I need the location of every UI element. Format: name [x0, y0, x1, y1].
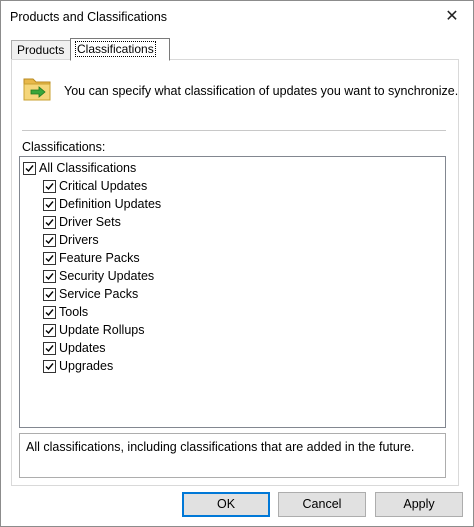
- tree-item-label: Security Updates: [59, 269, 155, 283]
- checkbox-update-rollups[interactable]: [43, 324, 56, 337]
- checkmark-icon: [45, 183, 54, 191]
- checkmark-icon: [45, 237, 54, 245]
- classifications-tree[interactable]: All Classifications Critical Updates Def…: [19, 156, 446, 428]
- checkmark-icon: [45, 255, 54, 263]
- tree-item-label: Definition Updates: [59, 197, 162, 211]
- checkbox-feature-packs[interactable]: [43, 252, 56, 265]
- classification-info-box: All classifications, including classific…: [19, 433, 446, 478]
- products-classifications-dialog: Products and Classifications ✕ Products …: [0, 0, 474, 527]
- checkbox-drivers[interactable]: [43, 234, 56, 247]
- checkmark-icon: [45, 345, 54, 353]
- tab-classifications[interactable]: Classifications: [70, 38, 170, 61]
- tab-classifications-label: Classifications: [75, 41, 156, 57]
- checkmark-icon: [45, 309, 54, 317]
- checkbox-service-packs[interactable]: [43, 288, 56, 301]
- tree-item-label: Tools: [59, 305, 89, 319]
- checkmark-icon: [45, 363, 54, 371]
- tree-item-label: Feature Packs: [59, 251, 140, 265]
- tree-item-label: Upgrades: [59, 359, 114, 373]
- cancel-button[interactable]: Cancel: [278, 492, 366, 517]
- ok-button[interactable]: OK: [182, 492, 270, 517]
- checkmark-icon: [45, 327, 54, 335]
- checkbox-security-updates[interactable]: [43, 270, 56, 283]
- separator: [22, 130, 446, 131]
- checkbox-definition-updates[interactable]: [43, 198, 56, 211]
- checkmark-icon: [45, 219, 54, 227]
- checkbox-all-classifications[interactable]: [23, 162, 36, 175]
- close-icon[interactable]: ✕: [439, 5, 465, 29]
- checkbox-upgrades[interactable]: [43, 360, 56, 373]
- title-bar: Products and Classifications ✕: [1, 1, 473, 33]
- tree-item-label: Service Packs: [59, 287, 139, 301]
- checkbox-critical-updates[interactable]: [43, 180, 56, 193]
- classifications-panel: You can specify what classification of u…: [11, 59, 459, 486]
- classification-info-text: All classifications, including classific…: [26, 440, 415, 454]
- checkmark-icon: [25, 165, 34, 173]
- apply-button[interactable]: Apply: [375, 492, 463, 517]
- checkmark-icon: [45, 273, 54, 281]
- checkbox-updates[interactable]: [43, 342, 56, 355]
- tree-item-label: Update Rollups: [59, 323, 145, 337]
- tab-products-label: Products: [17, 43, 65, 57]
- window-title: Products and Classifications: [10, 10, 168, 24]
- tree-item-label: Driver Sets: [59, 215, 121, 229]
- tree-item-label: Updates: [59, 341, 106, 355]
- description-text: You can specify what classification of u…: [64, 84, 459, 98]
- checkmark-icon: [45, 201, 54, 209]
- classifications-label: Classifications:: [22, 140, 106, 154]
- checkbox-tools[interactable]: [43, 306, 56, 319]
- checkbox-driver-sets[interactable]: [43, 216, 56, 229]
- tree-item-label: Drivers: [59, 233, 99, 247]
- checkmark-icon: [45, 291, 54, 299]
- folder-sync-icon: [23, 78, 51, 101]
- tree-item-label: All Classifications: [39, 161, 137, 175]
- tree-item-label: Critical Updates: [59, 179, 148, 193]
- tab-products[interactable]: Products: [11, 40, 79, 60]
